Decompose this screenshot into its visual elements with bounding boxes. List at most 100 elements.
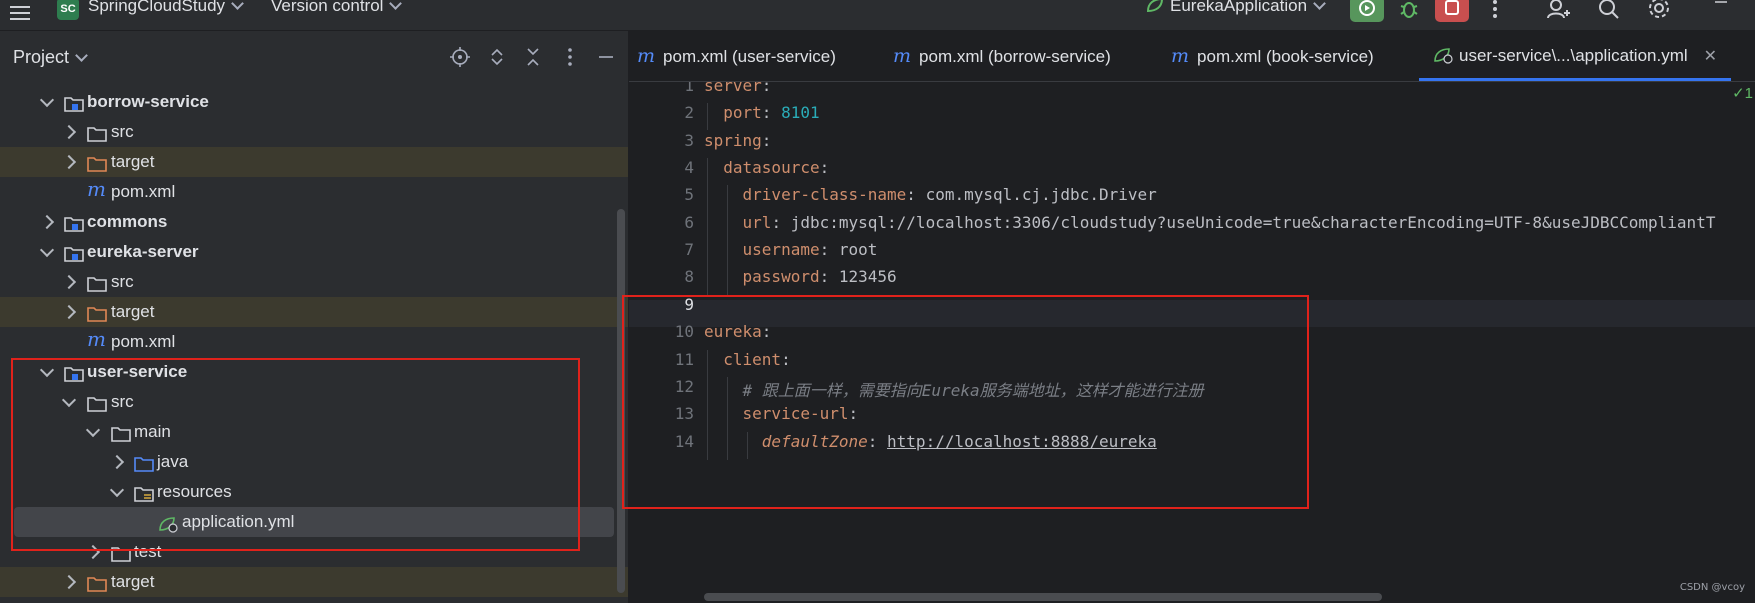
horizontal-scrollbar[interactable]: [704, 593, 1382, 601]
spring-config-icon: [1434, 48, 1453, 64]
run-button[interactable]: [1350, 0, 1384, 22]
yaml-key: password: [704, 267, 820, 286]
chevron-down-icon[interactable]: [39, 92, 55, 108]
highlight-box-tree: [11, 358, 580, 551]
debug-button[interactable]: [1396, 0, 1422, 24]
tree-node-folder[interactable]: src: [0, 117, 628, 147]
tree-node-label: pom.xml: [111, 332, 176, 351]
maven-file-icon: m: [893, 45, 912, 67]
yaml-key: driver-class-name: [704, 185, 907, 204]
options-icon[interactable]: [560, 47, 580, 67]
code-line-4: datasource:: [704, 158, 830, 177]
tree-node-file[interactable]: m pom.xml: [0, 177, 628, 207]
chevron-down-icon: [1313, 0, 1326, 10]
tree-node-label: target: [111, 152, 155, 171]
stop-button[interactable]: [1435, 0, 1469, 22]
tree-node-excluded-folder[interactable]: target: [0, 147, 628, 177]
tab-pom-book-service[interactable]: m pom.xml (book-service): [1171, 31, 1374, 81]
tree-node-label: src: [111, 122, 134, 141]
excluded-folder-icon: [87, 153, 107, 172]
tree-node-excluded-folder[interactable]: target: [0, 567, 628, 597]
tree-node-folder[interactable]: src: [0, 267, 628, 297]
module-folder-icon: [64, 213, 84, 232]
add-user-button[interactable]: [1545, 0, 1571, 24]
line-number: 5: [684, 185, 694, 204]
run-config-label: EurekaApplication: [1170, 0, 1308, 15]
hide-panel-icon[interactable]: [596, 47, 616, 67]
tree-node-label: target: [111, 302, 155, 321]
folder-icon: [87, 123, 107, 142]
collapse-all-icon[interactable]: [523, 47, 543, 67]
code-line-6: url: jdbc:mysql://localhost:3306/cloudst…: [704, 213, 1716, 232]
tree-node-label: src: [111, 272, 134, 291]
project-switcher[interactable]: SpringCloudStudy: [88, 0, 244, 16]
maven-file-icon: m: [1171, 45, 1190, 67]
chevron-down-icon: [231, 0, 244, 10]
yaml-value: jdbc:mysql://localhost:3306/cloudstudy?u…: [790, 213, 1716, 232]
line-number: 4: [684, 158, 694, 177]
run-icon: [1359, 0, 1375, 16]
tab-application-yml[interactable]: user-service\...\application.yml ✕: [1419, 31, 1732, 81]
yaml-key: datasource: [704, 158, 820, 177]
maven-file-icon: m: [87, 177, 106, 201]
minimize-button[interactable]: [1708, 0, 1734, 24]
project-view-selector[interactable]: Project: [13, 47, 88, 68]
chevron-right-icon[interactable]: [61, 124, 77, 140]
yaml-value: 123456: [838, 267, 897, 286]
tree-node-module[interactable]: eureka-server: [0, 237, 628, 267]
locate-icon[interactable]: [450, 47, 471, 67]
chevron-down-icon[interactable]: [39, 242, 55, 258]
code-line-1: server:: [704, 82, 771, 103]
vcs-menu[interactable]: Version control: [271, 0, 403, 16]
highlight-box-code: [622, 295, 1309, 509]
line-number: 7: [684, 240, 694, 259]
tree-node-label: pom.xml: [111, 182, 176, 201]
editor-tabs: m pom.xml (user-service) m pom.xml (borrow…: [629, 31, 1755, 82]
yaml-key: url: [704, 213, 772, 232]
search-button[interactable]: [1596, 0, 1622, 24]
project-panel-header: Project: [0, 31, 628, 87]
tab-pom-user-service[interactable]: m pom.xml (user-service): [637, 31, 836, 81]
tree-node-file[interactable]: m pom.xml: [0, 327, 628, 357]
chevron-down-icon: [75, 49, 88, 62]
add-user-icon: [1547, 0, 1570, 19]
vcs-label: Version control: [271, 0, 384, 15]
module-folder-icon: [64, 243, 84, 262]
line-number: 2: [684, 103, 694, 122]
watermark: CSDN @vcoy: [1679, 582, 1745, 593]
tree-node-module[interactable]: commons: [0, 207, 628, 237]
project-badge[interactable]: SC: [57, 0, 79, 20]
line-number: 1: [684, 82, 694, 95]
debug-icon: [1400, 2, 1418, 18]
run-config-selector[interactable]: EurekaApplication: [1146, 0, 1326, 16]
chevron-right-icon[interactable]: [61, 274, 77, 290]
settings-button[interactable]: [1646, 0, 1672, 24]
line-number: 6: [684, 213, 694, 232]
tab-pom-borrow-service[interactable]: m pom.xml (borrow-service): [893, 31, 1111, 81]
search-icon: [1599, 0, 1619, 19]
tab-label: pom.xml (book-service): [1197, 47, 1374, 66]
tab-label: pom.xml (user-service): [663, 47, 836, 66]
project-name: SpringCloudStudy: [88, 0, 226, 15]
settings-icon: [1649, 0, 1669, 18]
menu-icon[interactable]: [8, 2, 32, 22]
yaml-value: root: [838, 240, 878, 259]
expand-all-icon[interactable]: [487, 47, 507, 67]
folder-icon: [87, 273, 107, 292]
chevron-down-icon: [389, 0, 403, 10]
code-line-2: port: 8101: [704, 103, 820, 122]
tree-node-module[interactable]: borrow-service: [0, 87, 628, 117]
tree-node-label: commons: [87, 212, 168, 231]
chevron-right-icon[interactable]: [39, 214, 55, 230]
yaml-value: 8101: [781, 103, 820, 122]
close-tab-icon[interactable]: ✕: [1704, 48, 1717, 65]
yaml-key: username: [704, 240, 820, 259]
excluded-folder-icon: [87, 303, 107, 322]
chevron-right-icon[interactable]: [61, 154, 77, 170]
tree-node-excluded-folder[interactable]: target: [0, 297, 628, 327]
chevron-right-icon[interactable]: [61, 574, 77, 590]
project-panel-title: Project: [13, 47, 70, 67]
chevron-right-icon[interactable]: [61, 304, 77, 320]
more-button[interactable]: [1482, 0, 1508, 24]
yaml-key: server: [704, 82, 762, 95]
